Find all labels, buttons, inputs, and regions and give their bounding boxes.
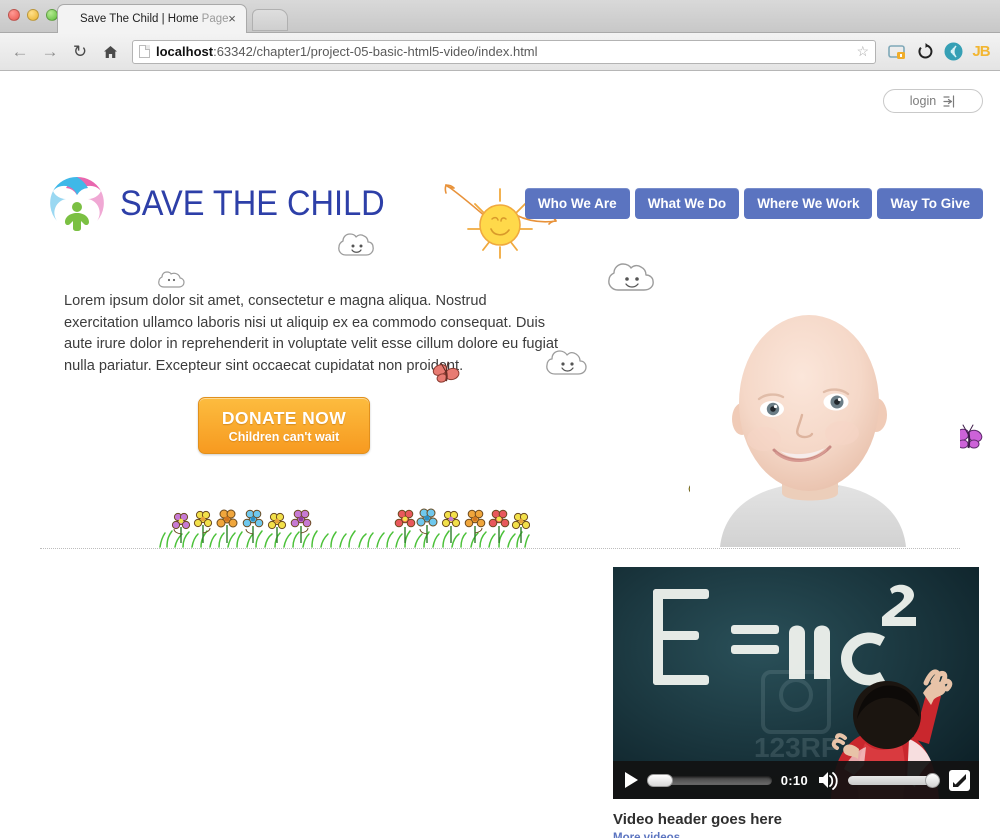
main-navigation: Who We Are What We Do Where We Work Way … [524, 188, 983, 219]
nav-item-way-to-give[interactable]: Way To Give [877, 188, 983, 219]
close-window-button[interactable] [8, 9, 20, 21]
window-controls [8, 9, 58, 21]
cloud-smiley-icon [158, 271, 185, 288]
circle-of-people-logo-icon [44, 171, 110, 237]
video-time: 0:10 [780, 772, 808, 788]
url-host: localhost [156, 44, 214, 59]
url-text: localhost:63342/chapter1/project-05-basi… [156, 44, 538, 59]
back-icon[interactable]: ← [8, 40, 32, 64]
close-tab-icon[interactable]: × [225, 12, 239, 26]
video-controls: 0:10 [613, 761, 979, 799]
nav-item-where-we-work[interactable]: Where We Work [744, 188, 873, 219]
browser-tab[interactable]: Save The Child | Home Page × [57, 4, 247, 33]
jetbrains-extension-icon[interactable]: JB [970, 41, 992, 63]
donate-now-button[interactable]: DONATE NOW Children can't wait [198, 397, 370, 454]
site-logo[interactable]: SAVE THE CHILD [44, 171, 405, 237]
address-bar[interactable]: localhost:63342/chapter1/project-05-basi… [132, 39, 876, 64]
donate-sub-label: Children can't wait [228, 429, 340, 444]
intro-paragraph: Lorem ipsum dolor sit amet, consectetur … [64, 293, 559, 374]
forward-icon[interactable]: → [38, 40, 62, 64]
tab-title-main: Save The Child | Home [80, 13, 199, 25]
seek-handle[interactable] [647, 773, 673, 787]
new-tab-button[interactable] [252, 9, 288, 31]
login-button[interactable]: login [883, 89, 983, 113]
video-section: 123RF 0:10 Video header goes here More v… [613, 567, 979, 838]
minimize-window-button[interactable] [27, 9, 39, 21]
bookmark-star-icon[interactable]: ☆ [856, 43, 869, 60]
page-document-icon [139, 45, 150, 58]
home-icon[interactable] [98, 40, 122, 64]
fullscreen-button[interactable] [949, 769, 970, 791]
cloud-smiley-icon [608, 263, 654, 291]
seek-bar[interactable] [647, 773, 772, 787]
sync-extension-icon[interactable] [914, 41, 936, 63]
url-path: :63342/chapter1/project-05-basic-html5-v… [213, 44, 538, 59]
nav-item-what-we-do[interactable]: What We Do [634, 188, 740, 219]
video-player[interactable]: 123RF 0:10 [613, 567, 979, 799]
tab-title: Save The Child | Home Page [80, 13, 229, 25]
play-button[interactable] [625, 772, 638, 788]
volume-handle[interactable] [925, 772, 940, 788]
volume-icon[interactable] [817, 770, 839, 790]
wifi-extension-icon[interactable] [942, 41, 964, 63]
section-divider [40, 548, 960, 549]
login-arrow-icon [943, 94, 955, 108]
reload-icon[interactable]: ↻ [68, 40, 92, 64]
site-logo-text: SAVE THE CHILD [120, 184, 385, 223]
grass-and-flowers-border [159, 508, 530, 548]
login-label: login [909, 94, 937, 108]
tab-strip: Save The Child | Home Page × [0, 0, 1000, 33]
nav-item-who-we-are[interactable]: Who We Are [524, 188, 630, 219]
volume-slider[interactable] [848, 772, 940, 788]
video-watermark: 123RF [754, 732, 838, 763]
hero-child-photo [690, 289, 960, 547]
donate-main-label: DONATE NOW [221, 407, 347, 428]
video-title: Video header goes here [613, 811, 782, 828]
web-page: login SAVE THE CHILD Who We Are What We … [0, 71, 1000, 838]
browser-toolbar: ← → ↻ localhost:63342/chapter1/project-0… [0, 33, 1000, 71]
screenshot-extension-icon[interactable] [886, 41, 908, 63]
browser-window: Save The Child | Home Page × ← → ↻ local… [0, 0, 1000, 838]
more-videos-link[interactable]: More videos [613, 832, 979, 838]
